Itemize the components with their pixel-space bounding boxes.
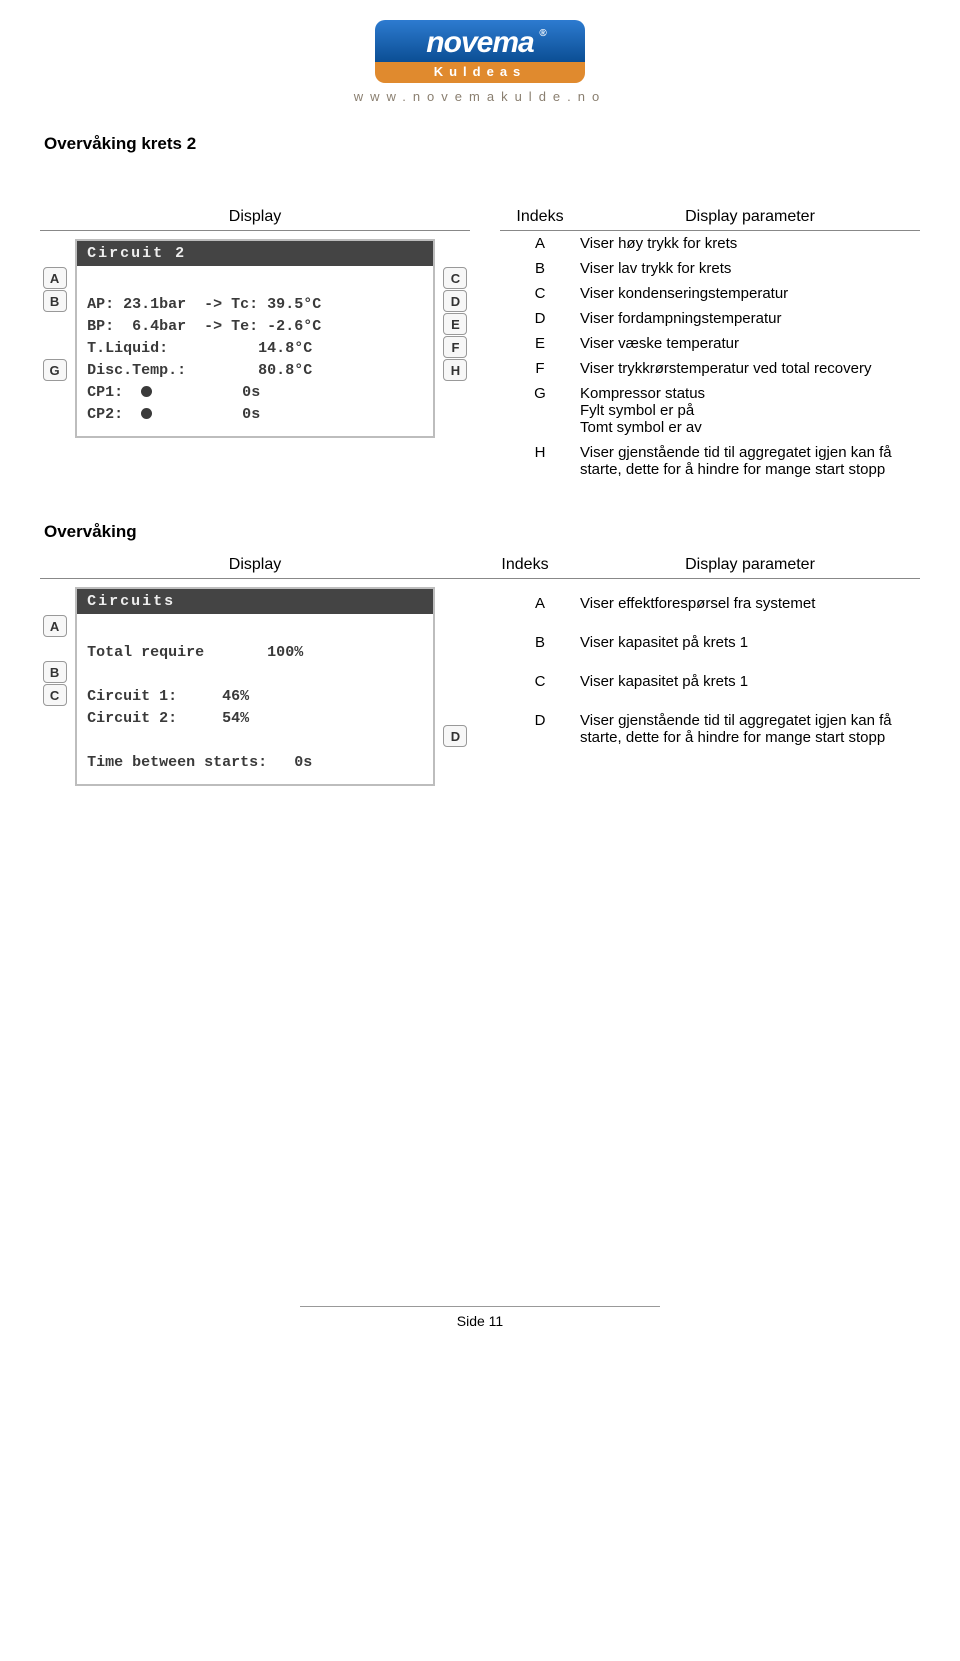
- param2: Viser effektforespørsel fra systemet: [580, 595, 920, 612]
- screen2-l3: Circuit 1: 46%: [87, 688, 249, 705]
- screen2-l4: Circuit 2: 54%: [87, 710, 249, 727]
- screen1-l1: AP: 23.1bar -> Tc: 39.5°C: [87, 296, 321, 313]
- param2: Viser kapasitet på krets 1: [580, 634, 920, 651]
- idx: A: [500, 235, 580, 252]
- param: Kompressor status Fylt symbol er på Tomt…: [580, 385, 920, 436]
- param: Viser lav trykk for krets: [580, 260, 920, 277]
- letter2-d: D: [443, 725, 467, 747]
- screen2-l1: Total require 100%: [87, 644, 303, 661]
- param: Viser høy trykk for krets: [580, 235, 920, 252]
- screen1-l3: T.Liquid: 14.8°C: [87, 340, 312, 357]
- section2-title: Overvåking: [44, 522, 920, 542]
- param: Viser trykkrørstemperatur ved total reco…: [580, 360, 920, 377]
- screen1-l5a: CP1:: [87, 384, 141, 401]
- logo-brand: novema: [426, 26, 533, 59]
- col-index: Indeks: [500, 208, 580, 226]
- section2-table: AViser effektforespørsel fra systemet BV…: [500, 587, 920, 786]
- col2-display: Display: [40, 556, 470, 574]
- letter-h: H: [443, 359, 467, 381]
- letter-g: G: [43, 359, 67, 381]
- lcd-screen-1: Circuit 2 AP: 23.1bar -> Tc: 39.5°C BP: …: [75, 239, 435, 438]
- idx2: D: [500, 712, 580, 746]
- letter2-b: B: [43, 661, 67, 683]
- param: Viser fordampningstemperatur: [580, 310, 920, 327]
- letter2-c: C: [43, 684, 67, 706]
- letter-a: A: [43, 267, 67, 289]
- screen1-l6b: 0s: [152, 406, 260, 423]
- col-param: Display parameter: [580, 208, 920, 226]
- param: Viser væske temperatur: [580, 335, 920, 352]
- letter-b: B: [43, 290, 67, 312]
- right-letters-2: D: [441, 587, 470, 786]
- logo-sub: Kuldeas: [375, 62, 585, 83]
- col-display: Display: [229, 208, 281, 225]
- idx: E: [500, 335, 580, 352]
- left-letters-2: A B C: [40, 587, 69, 786]
- screen2-l6: Time between starts: 0s: [87, 754, 312, 771]
- screen2-header: Circuits: [77, 589, 433, 614]
- filled-circle-icon: [141, 386, 152, 397]
- param2: Viser kapasitet på krets 1: [580, 673, 920, 690]
- idx: F: [500, 360, 580, 377]
- letter-c: C: [443, 267, 467, 289]
- page-footer: Side 11: [300, 1306, 660, 1329]
- lcd-screen-2: Circuits Total require 100% Circuit 1: 4…: [75, 587, 435, 786]
- param2: Viser gjenstående tid til aggregatet igj…: [580, 712, 920, 746]
- section1-table: Indeks Display parameter AViser høy tryk…: [500, 204, 920, 482]
- idx: G: [500, 385, 580, 436]
- letter-d: D: [443, 290, 467, 312]
- logo: novema Kuldeas www.novemakulde.no: [40, 20, 920, 104]
- letter-f: F: [443, 336, 467, 358]
- letter2-a: A: [43, 615, 67, 637]
- letter-e: E: [443, 313, 467, 335]
- filled-circle-icon: [141, 408, 152, 419]
- screen1-l4: Disc.Temp.: 80.8°C: [87, 362, 312, 379]
- screen1-l6a: CP2:: [87, 406, 141, 423]
- idx2: A: [500, 595, 580, 612]
- param: Viser gjenstående tid til aggregatet igj…: [580, 444, 920, 478]
- idx: C: [500, 285, 580, 302]
- idx: H: [500, 444, 580, 478]
- screen1-l5b: 0s: [152, 384, 260, 401]
- section1-title: Overvåking krets 2: [44, 134, 920, 154]
- left-letters: A B G: [40, 239, 69, 438]
- idx2: C: [500, 673, 580, 690]
- screen1-l2: BP: 6.4bar -> Te: -2.6°C: [87, 318, 321, 335]
- screen1-header: Circuit 2: [77, 241, 433, 266]
- logo-top: novema: [375, 20, 585, 62]
- col2-param: Display parameter: [580, 556, 920, 574]
- idx2: B: [500, 634, 580, 651]
- param: Viser kondenseringstemperatur: [580, 285, 920, 302]
- col2-index: Indeks: [470, 556, 580, 574]
- logo-url: www.novemakulde.no: [40, 89, 920, 104]
- right-letters: C D E F H: [441, 239, 470, 438]
- idx: B: [500, 260, 580, 277]
- idx: D: [500, 310, 580, 327]
